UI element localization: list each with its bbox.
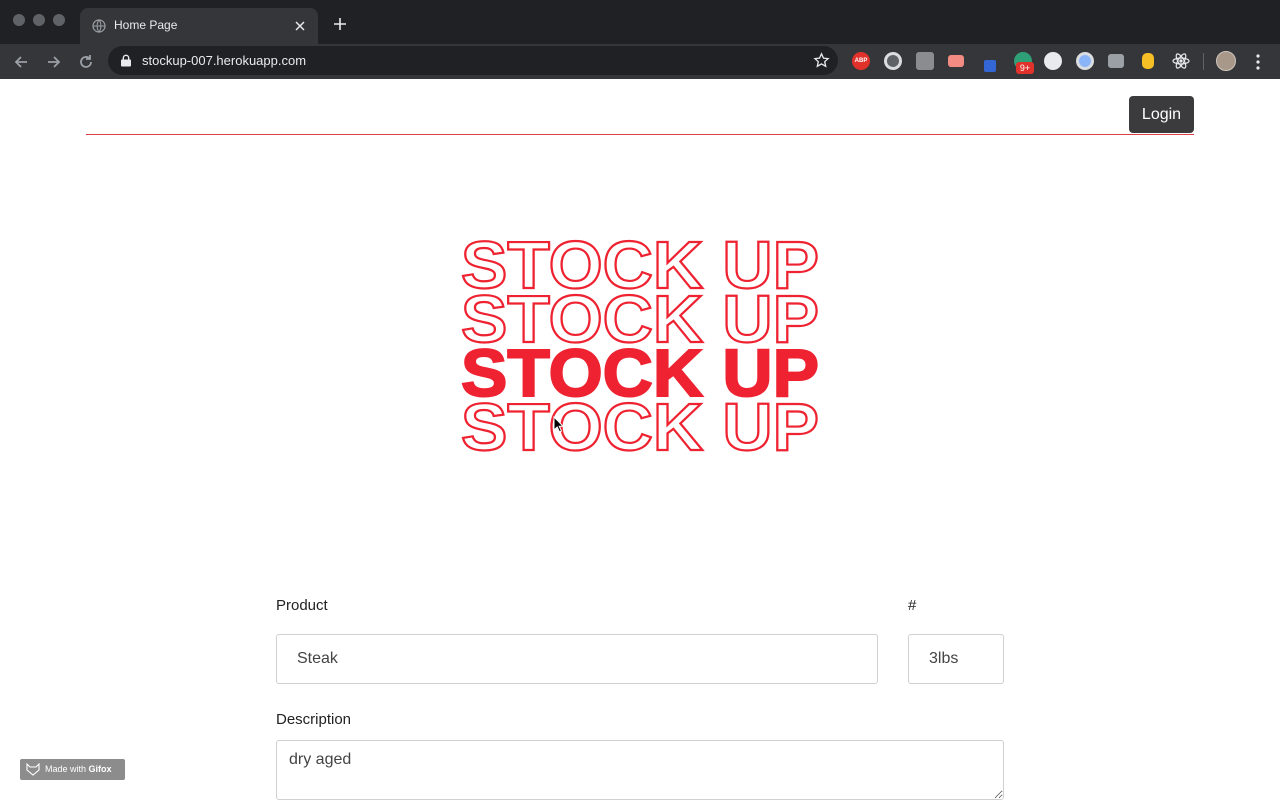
window-close-button[interactable] xyxy=(13,14,25,26)
stock-up-logo: STOCK UP STOCK UP STOCK UP STOCK UP xyxy=(460,229,820,459)
window-zoom-button[interactable] xyxy=(53,14,65,26)
star-icon[interactable] xyxy=(813,52,830,69)
window-minimize-button[interactable] xyxy=(33,14,45,26)
profile-avatar[interactable] xyxy=(1216,51,1236,71)
tab-strip: Home Page xyxy=(0,0,1280,44)
extension-badge: 9+ xyxy=(1016,62,1034,74)
description-textarea[interactable]: dry aged xyxy=(276,740,1004,800)
back-arrow-icon[interactable] xyxy=(12,53,30,71)
eyedropper-extension-icon[interactable] xyxy=(984,60,996,72)
browser-tab[interactable]: Home Page xyxy=(80,8,318,44)
product-input[interactable] xyxy=(276,634,878,684)
adblock-extension-icon[interactable]: ABP xyxy=(852,52,870,70)
react-devtools-icon[interactable] xyxy=(1172,52,1190,70)
url-text: stockup-007.herokuapp.com xyxy=(142,53,307,68)
cursor-icon xyxy=(553,416,564,433)
address-bar[interactable]: stockup-007.herokuapp.com xyxy=(108,46,838,75)
fox-icon xyxy=(26,763,40,776)
product-label: Product xyxy=(276,597,328,614)
reload-icon[interactable] xyxy=(77,53,95,71)
record-extension-icon[interactable] xyxy=(884,52,902,70)
lock-icon xyxy=(121,54,131,67)
login-button[interactable]: Login xyxy=(1129,96,1194,133)
window-extension-icon[interactable] xyxy=(1108,54,1124,68)
description-label: Description xyxy=(276,711,352,728)
logo-line-outline-3: STOCK UP xyxy=(461,390,819,459)
watermark-prefix: Made with xyxy=(45,764,87,774)
video-extension-icon[interactable] xyxy=(948,55,964,67)
location-extension-icon[interactable] xyxy=(916,52,934,70)
plus-icon[interactable] xyxy=(332,16,348,32)
page-content: Login STOCK UP STOCK UP STOCK UP STOCK U… xyxy=(0,79,1280,800)
browser-toolbar: stockup-007.herokuapp.com ABP xyxy=(0,44,1280,79)
counter-extension-icon[interactable] xyxy=(1044,52,1062,70)
close-icon[interactable] xyxy=(292,18,308,34)
tab-title: Home Page xyxy=(114,18,178,32)
gifox-watermark: Made with Gifox xyxy=(20,759,125,780)
menu-icon[interactable] xyxy=(1254,53,1262,71)
forward-arrow-icon[interactable] xyxy=(45,53,63,71)
watermark-brand: Gifox xyxy=(88,764,112,774)
quantity-input[interactable] xyxy=(908,634,1004,684)
honey-extension-icon[interactable] xyxy=(1142,53,1154,69)
header-divider xyxy=(86,134,1194,135)
ring-extension-icon[interactable] xyxy=(1076,52,1094,70)
quantity-label: # xyxy=(908,597,917,614)
toolbar-divider xyxy=(1203,53,1204,70)
globe-icon xyxy=(92,19,106,33)
